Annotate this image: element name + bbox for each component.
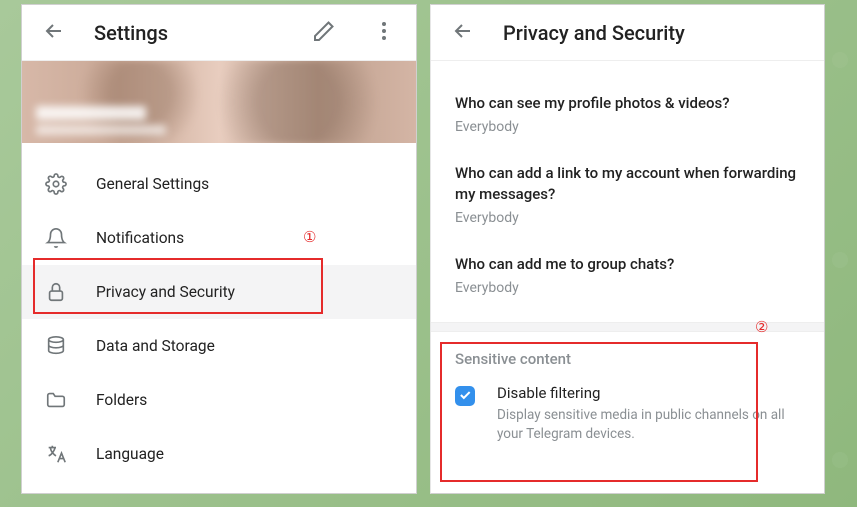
menu-item-language[interactable]: Language <box>22 427 416 481</box>
check-icon <box>458 387 472 406</box>
gear-icon <box>44 172 68 196</box>
more-vertical-icon <box>372 19 396 47</box>
menu-label: Language <box>96 445 164 463</box>
back-button[interactable] <box>34 13 74 53</box>
bell-icon <box>44 226 68 250</box>
privacy-value: Everybody <box>455 280 800 296</box>
more-button[interactable] <box>364 13 404 53</box>
storage-icon <box>44 334 68 358</box>
settings-header: Settings <box>22 5 416 61</box>
back-button[interactable] <box>443 13 483 53</box>
edit-button[interactable] <box>304 13 344 53</box>
privacy-header: Privacy and Security <box>431 5 824 61</box>
menu-label: General Settings <box>96 175 209 193</box>
privacy-list: Who can see my profile photos & videos? … <box>431 61 824 322</box>
privacy-question: Who can add a link to my account when fo… <box>455 163 800 204</box>
menu-item-folders[interactable]: Folders <box>22 373 416 427</box>
profile-banner[interactable] <box>22 61 416 143</box>
privacy-value: Everybody <box>455 119 800 135</box>
checkbox-text: Disable filtering Display sensitive medi… <box>497 384 800 444</box>
profile-text-blurred <box>36 106 166 135</box>
menu-label: Folders <box>96 391 147 409</box>
section-title-sensitive: Sensitive content <box>431 332 824 374</box>
menu-label: Notifications <box>96 229 184 247</box>
folder-icon <box>44 388 68 412</box>
privacy-question: Who can add me to group chats? <box>455 254 800 274</box>
settings-panel: Settings General Settings <box>21 4 417 494</box>
privacy-item-profile-photos[interactable]: Who can see my profile photos & videos? … <box>455 83 800 153</box>
language-icon <box>44 442 68 466</box>
menu-label: Data and Storage <box>96 337 215 355</box>
arrow-left-icon <box>42 19 66 47</box>
menu-item-privacy[interactable]: Privacy and Security <box>22 265 416 319</box>
menu-label: Privacy and Security <box>96 283 235 301</box>
settings-title: Settings <box>94 21 284 45</box>
disable-filtering-row[interactable]: Disable filtering Display sensitive medi… <box>431 374 824 462</box>
checkbox-subtitle: Display sensitive media in public channe… <box>497 406 800 444</box>
privacy-question: Who can see my profile photos & videos? <box>455 93 800 113</box>
menu-item-notifications[interactable]: Notifications <box>22 211 416 265</box>
section-divider <box>431 322 824 332</box>
menu-item-general[interactable]: General Settings <box>22 157 416 211</box>
checkbox-label: Disable filtering <box>497 384 800 402</box>
privacy-panel: Privacy and Security Who can see my prof… <box>430 4 825 494</box>
lock-icon <box>44 280 68 304</box>
privacy-title: Privacy and Security <box>503 21 812 45</box>
arrow-left-icon <box>451 19 475 47</box>
privacy-item-group-chats[interactable]: Who can add me to group chats? Everybody <box>455 244 800 314</box>
checkbox-checked[interactable] <box>455 386 475 406</box>
menu-item-data-storage[interactable]: Data and Storage <box>22 319 416 373</box>
privacy-value: Everybody <box>455 210 800 226</box>
privacy-item-forward-link[interactable]: Who can add a link to my account when fo… <box>455 153 800 244</box>
pencil-icon <box>312 19 336 47</box>
settings-menu: General Settings Notifications Privacy a… <box>22 143 416 481</box>
